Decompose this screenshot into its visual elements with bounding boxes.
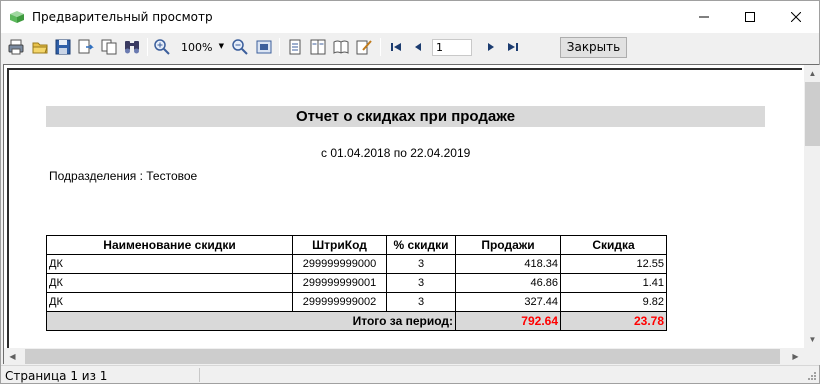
edit-icon[interactable] [355, 38, 373, 56]
chevron-down-icon: ▼ [218, 42, 224, 50]
toolbar-separator [380, 38, 381, 56]
table-row: ДК 299999999001 3 46.86 1.41 [46, 273, 667, 293]
last-page-icon[interactable] [504, 38, 522, 56]
print-icon[interactable] [7, 38, 25, 56]
status-bar: Страница 1 из 1 [1, 365, 819, 383]
page-number-input[interactable] [432, 39, 472, 56]
fit-page-icon[interactable] [255, 38, 273, 56]
table-header-row: Наименование скидки ШтриКод % скидки Про… [46, 235, 667, 255]
cell-discount: 9.82 [560, 292, 667, 312]
close-icon [791, 12, 801, 22]
toolbar-separator [147, 38, 148, 56]
zoom-out-icon[interactable] [231, 38, 249, 56]
minimize-button[interactable] [681, 1, 727, 33]
report-division: Подразделения : Тестовое [49, 169, 198, 183]
toolbar: 100% ▼ 1 Закрыть [1, 33, 819, 61]
column-header-discount: Скидка [560, 235, 667, 255]
total-discount: 23.78 [560, 311, 667, 331]
total-sales: 792.64 [455, 311, 561, 331]
title-bar: Предварительный просмотр [1, 1, 819, 33]
cell-sales: 327.44 [455, 292, 561, 312]
close-preview-button[interactable]: Закрыть [560, 37, 627, 58]
preview-viewport: Отчет о скидках при продаже с 01.04.2018… [3, 64, 820, 365]
prev-page-icon[interactable] [409, 38, 427, 56]
cell-percent: 3 [386, 254, 456, 274]
cell-sales: 46.86 [455, 273, 561, 293]
first-page-icon[interactable] [387, 38, 405, 56]
horizontal-scrollbar[interactable]: ◀ ▶ [4, 348, 804, 365]
cell-percent: 3 [386, 292, 456, 312]
maximize-icon [745, 12, 755, 22]
cell-barcode: 299999999000 [292, 254, 387, 274]
page-status: Страница 1 из 1 [5, 369, 108, 383]
cell-discount: 1.41 [560, 273, 667, 293]
single-page-icon[interactable] [286, 38, 304, 56]
window-title: Предварительный просмотр [32, 10, 213, 24]
scroll-right-icon[interactable]: ▶ [787, 348, 804, 365]
column-header-barcode: ШтриКод [292, 235, 387, 255]
cell-percent: 3 [386, 273, 456, 293]
scroll-down-icon[interactable]: ▼ [804, 331, 820, 348]
vertical-scrollbar[interactable]: ▲ ▼ [804, 65, 820, 348]
report-period: с 01.04.2018 по 22.04.2019 [321, 146, 471, 160]
scrollbar-corner [804, 348, 820, 365]
book-icon[interactable] [332, 38, 350, 56]
maximize-button[interactable] [727, 1, 773, 33]
cell-name: ДК [46, 273, 293, 293]
table-row: ДК 299999999002 3 327.44 9.82 [46, 292, 667, 312]
horizontal-scroll-thumb[interactable] [25, 349, 780, 364]
zoom-select[interactable]: 100% ▼ [178, 39, 226, 56]
vertical-scroll-thumb[interactable] [805, 82, 820, 146]
cell-sales: 418.34 [455, 254, 561, 274]
table-row: ДК 299999999000 3 418.34 12.55 [46, 254, 667, 274]
report-title: Отчет о скидках при продаже [46, 106, 765, 127]
zoom-in-icon[interactable] [153, 38, 171, 56]
two-page-icon[interactable] [309, 38, 327, 56]
cell-name: ДК [46, 292, 293, 312]
discount-table: Наименование скидки ШтриКод % скидки Про… [46, 235, 667, 331]
next-page-icon[interactable] [482, 38, 500, 56]
total-row: Итого за период: 792.64 23.78 [46, 311, 667, 331]
close-window-button[interactable] [773, 1, 819, 33]
copy-icon[interactable] [100, 38, 118, 56]
save-icon[interactable] [54, 38, 72, 56]
status-divider [199, 368, 200, 382]
resize-grip-icon[interactable] [807, 371, 817, 381]
column-header-percent: % скидки [386, 235, 456, 255]
export-icon[interactable] [77, 38, 95, 56]
cell-discount: 12.55 [560, 254, 667, 274]
preview-window: Предварительный просмотр 100% ▼ 1 Закрыт… [0, 0, 820, 384]
cell-barcode: 299999999001 [292, 273, 387, 293]
total-label: Итого за период: [46, 311, 456, 331]
zoom-value: 100% [181, 41, 213, 54]
cell-name: ДК [46, 254, 293, 274]
open-icon[interactable] [31, 38, 49, 56]
scroll-up-icon[interactable]: ▲ [804, 65, 820, 82]
toolbar-separator [279, 38, 280, 56]
report-page: Отчет о скидках при продаже с 01.04.2018… [7, 68, 802, 348]
column-header-sales: Продажи [455, 235, 561, 255]
find-icon[interactable] [123, 38, 141, 56]
minimize-icon [699, 16, 709, 18]
cell-barcode: 299999999002 [292, 292, 387, 312]
scroll-left-icon[interactable]: ◀ [4, 348, 21, 365]
column-header-name: Наименование скидки [46, 235, 293, 255]
app-icon [10, 11, 24, 23]
